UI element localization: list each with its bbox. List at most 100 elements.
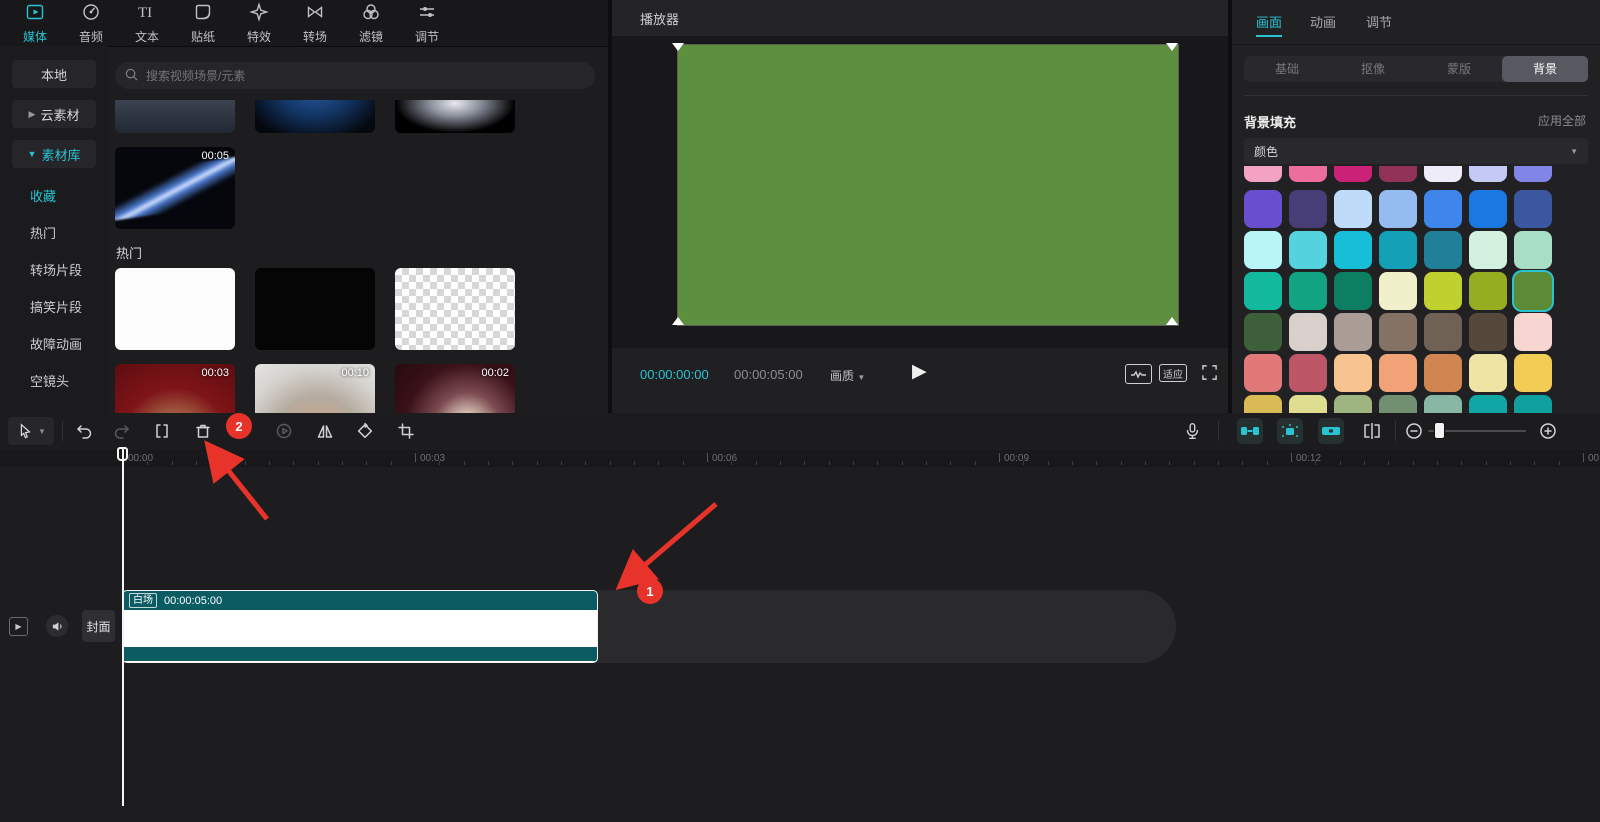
color-swatch[interactable] bbox=[1244, 190, 1282, 228]
color-swatch[interactable] bbox=[1424, 313, 1462, 351]
record-voice-button[interactable] bbox=[1180, 419, 1204, 443]
color-swatch[interactable] bbox=[1289, 354, 1327, 392]
sidebar-item-transition-clips[interactable]: 转场片段 bbox=[30, 260, 82, 279]
playhead-handle[interactable] bbox=[117, 447, 128, 461]
zoom-in-button[interactable] bbox=[1536, 419, 1560, 443]
color-swatch[interactable] bbox=[1244, 313, 1282, 351]
waveform-button[interactable] bbox=[1125, 364, 1152, 384]
subtab-basic[interactable]: 基础 bbox=[1244, 56, 1330, 82]
sidebar-local[interactable]: 本地 bbox=[12, 60, 96, 88]
redo-button[interactable] bbox=[110, 419, 134, 443]
color-swatch[interactable] bbox=[1424, 395, 1462, 413]
color-swatch[interactable] bbox=[1379, 190, 1417, 228]
video-thumbnail-white[interactable] bbox=[115, 268, 235, 350]
slider-handle[interactable] bbox=[1434, 422, 1445, 439]
color-swatch[interactable] bbox=[1289, 231, 1327, 269]
color-swatch[interactable] bbox=[1469, 395, 1507, 413]
color-swatch[interactable] bbox=[1334, 313, 1372, 351]
color-swatch[interactable] bbox=[1334, 190, 1372, 228]
sidebar-item-hot[interactable]: 热门 bbox=[30, 223, 56, 242]
color-swatch[interactable] bbox=[1424, 231, 1462, 269]
tab-canvas[interactable]: 画面 bbox=[1256, 12, 1282, 37]
nav-effects[interactable]: 特效 bbox=[236, 1, 282, 45]
color-swatch[interactable] bbox=[1424, 190, 1462, 228]
video-thumbnail-black[interactable] bbox=[255, 268, 375, 350]
video-thumbnail[interactable]: 00:03 bbox=[115, 364, 235, 413]
color-swatch[interactable] bbox=[1334, 166, 1372, 182]
color-swatch[interactable] bbox=[1334, 354, 1372, 392]
magnetic-snap-toggle[interactable] bbox=[1237, 418, 1263, 444]
color-swatch[interactable] bbox=[1469, 166, 1507, 182]
sidebar-cloud[interactable]: ▶ 云素材 bbox=[12, 100, 96, 128]
color-swatch[interactable] bbox=[1424, 166, 1462, 182]
canvas-handle[interactable] bbox=[672, 43, 684, 51]
play-button[interactable]: ▶ bbox=[912, 360, 927, 383]
color-swatch[interactable] bbox=[1514, 354, 1552, 392]
sidebar-item-empty-shots[interactable]: 空镜头 bbox=[30, 371, 69, 390]
video-thumbnail-galaxy[interactable]: 00:05 bbox=[115, 147, 235, 229]
sidebar-stock[interactable]: ▼ 素材库 bbox=[12, 140, 96, 168]
color-swatch[interactable] bbox=[1244, 272, 1282, 310]
split-view-button[interactable] bbox=[1360, 419, 1384, 443]
video-thumbnail[interactable]: 00:10 bbox=[255, 364, 375, 413]
freeze-frame-button[interactable] bbox=[272, 419, 296, 443]
video-thumbnail[interactable] bbox=[395, 100, 515, 133]
color-swatch[interactable] bbox=[1469, 231, 1507, 269]
zoom-out-button[interactable] bbox=[1402, 419, 1426, 443]
color-swatch[interactable] bbox=[1289, 395, 1327, 413]
color-swatch[interactable] bbox=[1244, 166, 1282, 182]
split-button[interactable] bbox=[150, 419, 174, 443]
delete-button[interactable] bbox=[191, 419, 215, 443]
fit-button[interactable]: 适应 bbox=[1159, 364, 1187, 382]
color-swatch[interactable] bbox=[1289, 272, 1327, 310]
video-thumbnail-transparent[interactable] bbox=[395, 268, 515, 350]
color-swatch[interactable] bbox=[1424, 354, 1462, 392]
color-swatch[interactable] bbox=[1469, 313, 1507, 351]
nav-sticker[interactable]: 贴纸 bbox=[180, 1, 226, 45]
quality-dropdown[interactable]: 画质 ▼ bbox=[830, 367, 865, 384]
color-swatch[interactable] bbox=[1379, 313, 1417, 351]
subtab-mask[interactable]: 蒙版 bbox=[1416, 56, 1502, 82]
nav-audio[interactable]: 音频 bbox=[68, 1, 114, 45]
color-swatch[interactable] bbox=[1379, 272, 1417, 310]
color-swatch[interactable] bbox=[1334, 272, 1372, 310]
color-swatch[interactable] bbox=[1514, 190, 1552, 228]
color-swatch[interactable] bbox=[1514, 395, 1552, 413]
color-swatch[interactable] bbox=[1514, 272, 1552, 310]
nav-text[interactable]: TI 文本 bbox=[124, 1, 170, 45]
search-input[interactable] bbox=[144, 68, 585, 84]
fill-mode-dropdown[interactable]: 颜色 ▼ bbox=[1244, 138, 1588, 164]
video-thumbnail[interactable]: 00:02 bbox=[395, 364, 515, 413]
undo-button[interactable] bbox=[72, 419, 96, 443]
timeline-clip[interactable]: 白场 00:00:05:00 bbox=[122, 590, 598, 663]
fullscreen-icon[interactable] bbox=[1201, 364, 1218, 384]
color-swatch[interactable] bbox=[1514, 313, 1552, 351]
color-swatch[interactable] bbox=[1244, 354, 1282, 392]
search-bar[interactable] bbox=[115, 62, 595, 89]
canvas-handle[interactable] bbox=[672, 317, 684, 325]
select-tool[interactable]: ▼ bbox=[8, 417, 54, 445]
sidebar-item-funny-clips[interactable]: 搞笑片段 bbox=[30, 297, 82, 316]
video-thumbnail[interactable] bbox=[115, 100, 235, 133]
subtab-background[interactable]: 背景 bbox=[1502, 56, 1588, 82]
timeline-zoom-slider[interactable] bbox=[1428, 430, 1526, 432]
timeline-ruler[interactable]: 00:0000:0300:0600:0900:1200: bbox=[0, 450, 1600, 467]
color-swatch[interactable] bbox=[1379, 231, 1417, 269]
rotate-button[interactable] bbox=[353, 419, 377, 443]
color-swatch[interactable] bbox=[1379, 395, 1417, 413]
link-toggle[interactable] bbox=[1318, 418, 1344, 444]
tab-adjust[interactable]: 调节 bbox=[1366, 12, 1392, 31]
nav-adjust[interactable]: 调节 bbox=[404, 1, 450, 45]
color-swatch[interactable] bbox=[1289, 313, 1327, 351]
color-swatch[interactable] bbox=[1244, 231, 1282, 269]
color-swatch[interactable] bbox=[1244, 395, 1282, 413]
auto-preview-toggle[interactable] bbox=[1277, 418, 1303, 444]
playhead-line[interactable] bbox=[122, 447, 124, 806]
nav-filter[interactable]: 滤镜 bbox=[348, 1, 394, 45]
mute-track-button[interactable] bbox=[46, 615, 68, 637]
cover-button[interactable]: 封面 bbox=[82, 610, 115, 642]
mirror-button[interactable] bbox=[313, 419, 337, 443]
nav-transition[interactable]: 转场 bbox=[292, 1, 338, 45]
crop-button[interactable] bbox=[394, 419, 418, 443]
preview-canvas[interactable] bbox=[678, 45, 1178, 325]
